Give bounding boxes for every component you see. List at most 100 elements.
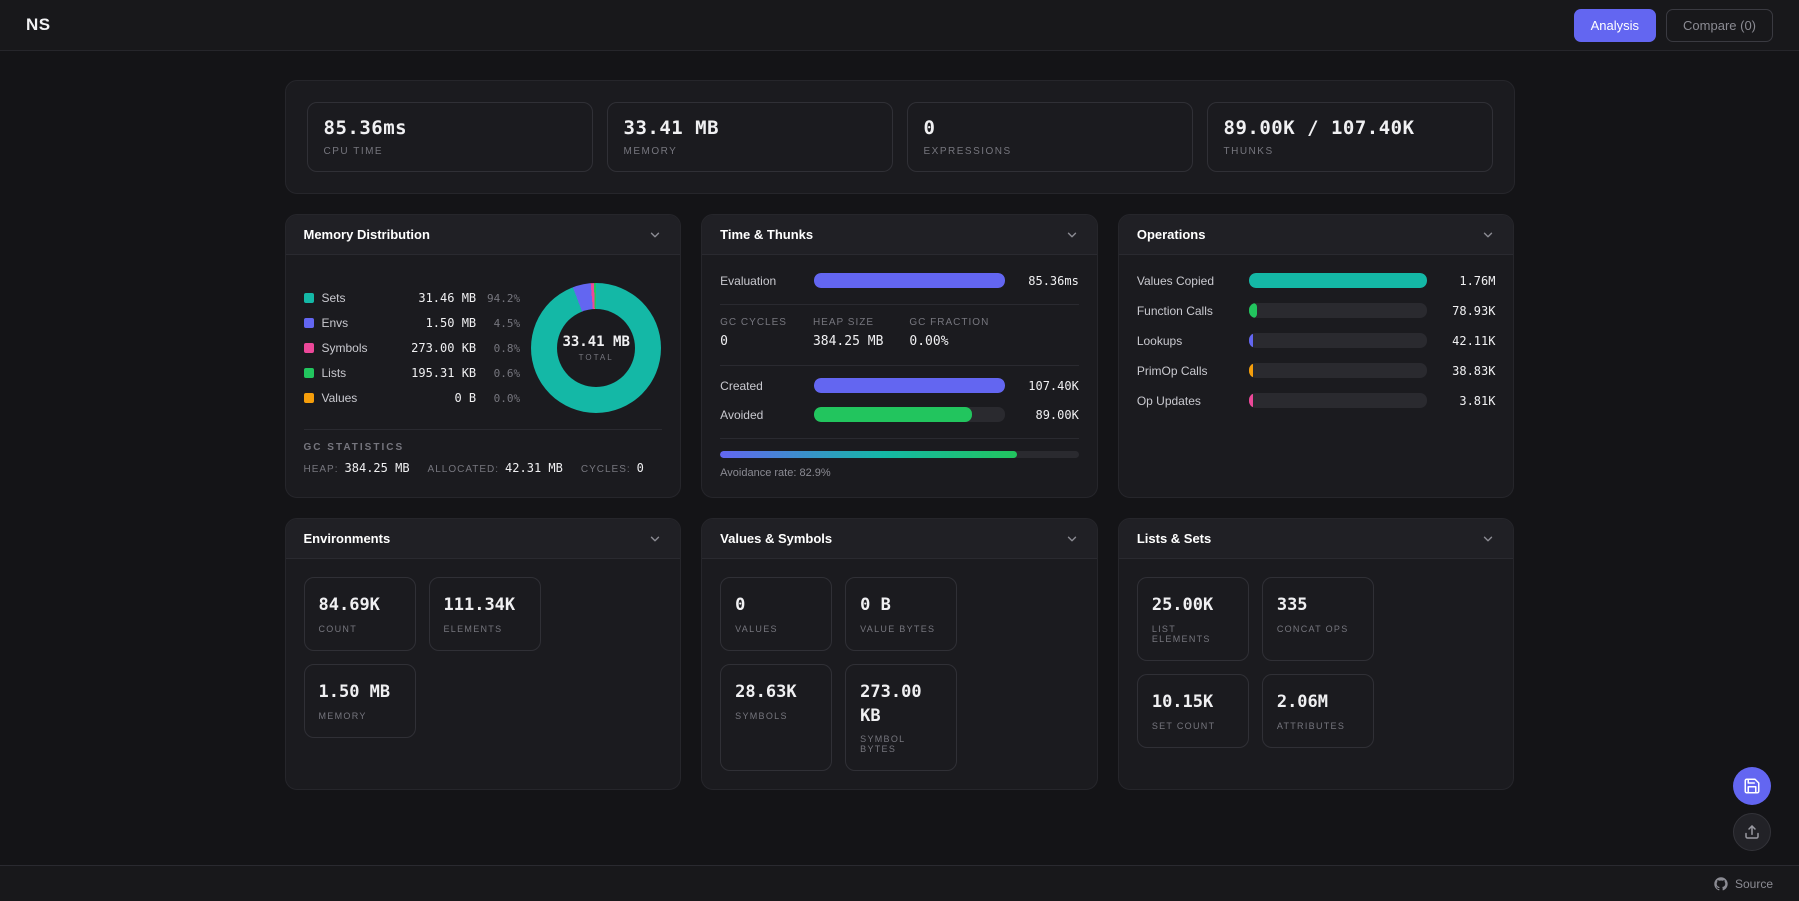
gc-stat-columns: GC CYCLES 0 HEAP SIZE 384.25 MB GC FRACT… [720,317,1079,349]
bar-value: 89.00K [1017,408,1079,422]
gc-label: ALLOCATED: [428,464,500,475]
values-symbols-header[interactable]: Values & Symbols [702,519,1097,559]
rate-label-value: 82.9% [799,467,830,479]
value-bytes-box: 0 B VALUE BYTES [845,577,957,651]
avoided-bar-row: Avoided 89.00K [720,407,1079,422]
rate-label-text: Avoidance rate: [720,467,796,479]
gc-cycles-stat: GC CYCLES 0 [720,317,787,349]
legend-name: Lists [322,366,412,380]
mini-value: 25.00K [1152,594,1234,618]
legend-pct: 0.8% [476,342,520,355]
values-symbols-body: 0 VALUES 0 B VALUE BYTES 28.63K SYMBOLS … [702,559,1097,789]
divider [720,365,1079,366]
bar-track [1249,363,1428,378]
bar-label: PrimOp Calls [1137,364,1237,378]
created-bar-fill [814,378,1005,393]
gc-value: 384.25 MB [813,334,883,349]
bar-label: Avoided [720,408,802,422]
lists-sets-header[interactable]: Lists & Sets [1119,519,1514,559]
main-content: 85.36ms CPU TIME 33.41 MB MEMORY 0 EXPRE… [285,80,1515,790]
list-elements-box: 25.00K LIST ELEMENTS [1137,577,1249,661]
heap-size-stat: HEAP SIZE 384.25 MB [813,317,883,349]
summary-strip: 85.36ms CPU TIME 33.41 MB MEMORY 0 EXPRE… [285,80,1515,194]
gc-label: GC CYCLES [720,317,787,328]
footer: Source [0,865,1799,901]
legend-value: 1.50 MB [426,316,477,330]
card-title: Operations [1137,227,1206,242]
card-title: Time & Thunks [720,227,813,242]
chevron-down-icon[interactable] [1065,532,1079,546]
chevron-down-icon[interactable] [1065,228,1079,242]
operations-body: Values Copied 1.76M Function Calls 78.93… [1119,255,1514,497]
mini-label: COUNT [319,624,401,634]
lookups-row: Lookups 42.11K [1137,333,1496,348]
mini-value: 335 [1277,594,1359,618]
gc-label: HEAP SIZE [813,317,883,328]
mini-value: 273.00 KB [860,681,942,729]
source-link[interactable]: Source [1714,877,1773,891]
env-memory-box: 1.50 MB MEMORY [304,664,416,738]
legend-name: Envs [322,316,426,330]
gc-statistics-row: HEAP: 384.25 MB ALLOCATED: 42.31 MB CYCL… [304,461,663,475]
mini-label: MEMORY [319,711,401,721]
chevron-down-icon[interactable] [1481,228,1495,242]
memory-legend: Sets 31.46 MB 94.2% Envs 1.50 MB 4.5% [304,291,521,405]
divider [720,304,1079,305]
chevron-down-icon[interactable] [648,228,662,242]
mini-value: 84.69K [319,594,401,618]
symbols-box: 28.63K SYMBOLS [720,664,832,772]
environments-header[interactable]: Environments [286,519,681,559]
env-count-box: 84.69K COUNT [304,577,416,651]
card-grid: Memory Distribution Sets 31.46 MB 94.2% [285,214,1515,790]
legend-swatch [304,293,314,303]
stat-value: 85.36ms [324,117,576,139]
legend-item-envs: Envs 1.50 MB 4.5% [304,316,521,330]
legend-value: 195.31 KB [411,366,476,380]
save-button[interactable] [1733,767,1771,805]
time-thunks-header[interactable]: Time & Thunks [702,215,1097,255]
summary-stat-memory: 33.41 MB MEMORY [607,102,893,172]
legend-item-sets: Sets 31.46 MB 94.2% [304,291,521,305]
memory-donut-chart: 33.41 MB TOTAL [530,283,662,413]
bar-fill [1249,273,1428,288]
legend-name: Sets [322,291,419,305]
bar-fill [1249,393,1253,408]
stat-label: EXPRESSIONS [924,146,1176,157]
bar-track [1249,333,1428,348]
bar-value: 107.40K [1017,379,1079,393]
save-icon [1743,777,1761,795]
share-button[interactable] [1733,813,1771,851]
chevron-down-icon[interactable] [648,532,662,546]
share-upload-icon [1743,823,1761,841]
avoidance-rate-label: Avoidance rate: 82.9% [720,467,1079,479]
compare-tab-button[interactable]: Compare (0) [1666,9,1773,42]
summary-stat-expressions: 0 EXPRESSIONS [907,102,1193,172]
stat-label: CPU TIME [324,146,576,157]
concat-ops-box: 335 CONCAT OPS [1262,577,1374,661]
chevron-down-icon[interactable] [1481,532,1495,546]
bar-track [814,407,1005,422]
symbol-bytes-box: 273.00 KB SYMBOL BYTES [845,664,957,772]
memory-distribution-header[interactable]: Memory Distribution [286,215,681,255]
donut-total-value: 33.41 MB [562,334,629,350]
mini-label: SET COUNT [1152,721,1234,731]
mini-label: SYMBOLS [735,711,817,721]
analysis-tab-button[interactable]: Analysis [1574,9,1656,42]
avoidance-rate-fill [720,451,1017,458]
legend-swatch [304,343,314,353]
mini-label: LIST ELEMENTS [1152,624,1234,644]
values-box: 0 VALUES [720,577,832,651]
operations-card: Operations Values Copied 1.76M Function … [1118,214,1515,498]
bar-value: 3.81K [1439,394,1495,408]
mini-label: CONCAT OPS [1277,624,1359,634]
mini-value: 2.06M [1277,691,1359,715]
bar-track [1249,393,1428,408]
source-label: Source [1735,877,1773,891]
summary-stat-cpu-time: 85.36ms CPU TIME [307,102,593,172]
operations-header[interactable]: Operations [1119,215,1514,255]
topbar: NS Analysis Compare (0) [0,0,1799,51]
bar-label: Function Calls [1137,304,1237,318]
bar-label: Lookups [1137,334,1237,348]
gc-allocated: ALLOCATED: 42.31 MB [428,461,563,475]
stat-value: 89.00K / 107.40K [1224,117,1476,139]
